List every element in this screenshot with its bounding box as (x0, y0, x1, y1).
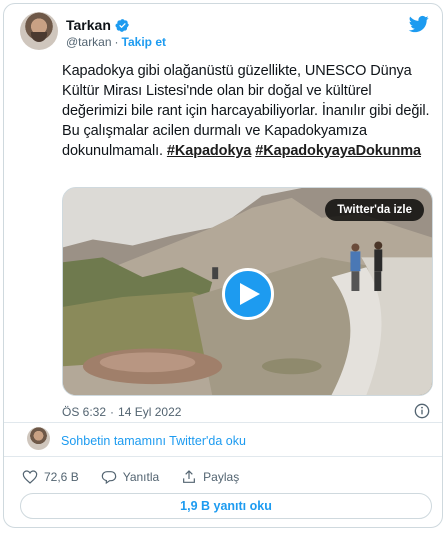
reply-label: Yanıtla (122, 470, 160, 484)
watch-on-twitter-badge[interactable]: Twitter'da izle (325, 199, 424, 221)
author-name-row: Tarkan (66, 17, 130, 33)
reply-button[interactable]: Yanıtla (101, 469, 159, 485)
author-handle-row: @tarkan · Takip et (66, 35, 166, 49)
reply-bubble-icon (101, 471, 116, 485)
divider (4, 456, 442, 457)
info-icon[interactable] (414, 403, 430, 419)
verified-badge-icon (115, 18, 129, 32)
conversation-avatar (27, 427, 50, 450)
twitter-bird-icon[interactable] (408, 14, 430, 34)
author-avatar[interactable] (20, 12, 58, 50)
like-count: 72,6 B (44, 470, 79, 484)
follow-button[interactable]: Takip et (122, 35, 166, 49)
tweet-timestamp[interactable]: ÖS 6:32 · 14 Eyl 2022 (62, 405, 181, 419)
divider (4, 422, 442, 423)
author-name[interactable]: Tarkan (66, 17, 111, 33)
share-icon (183, 470, 196, 483)
tweet-date: 14 Eyl 2022 (118, 405, 182, 419)
heart-icon (22, 470, 38, 484)
handle-separator: · (114, 35, 119, 49)
avatar-beard (31, 32, 47, 42)
play-icon (240, 283, 260, 305)
video-player[interactable]: Twitter'da izle (62, 187, 433, 396)
play-button[interactable] (222, 268, 274, 320)
tweet-actions: 72,6 B Yanıtla Paylaş (22, 469, 261, 485)
share-button[interactable]: Paylaş (181, 469, 239, 485)
read-replies-button[interactable]: 1,9 B yanıtı oku (20, 493, 432, 519)
like-button[interactable]: 72,6 B (22, 469, 79, 485)
tweet-time: ÖS 6:32 (62, 405, 107, 419)
hashtag-link[interactable]: #KapadokyayaDokunma (255, 143, 421, 159)
hashtag-link[interactable]: #Kapadokya (167, 143, 252, 159)
tweet-text: Kapadokya gibi olağanüstü güzellikte, UN… (62, 61, 430, 161)
read-conversation-link[interactable]: Sohbetin tamamını Twitter'da oku (61, 434, 246, 448)
author-handle[interactable]: @tarkan (66, 35, 112, 49)
timestamp-separator: · (110, 405, 115, 419)
share-label: Paylaş (203, 470, 240, 484)
tweet-card: Tarkan @tarkan · Takip et Kapadokya gibi… (3, 3, 443, 528)
